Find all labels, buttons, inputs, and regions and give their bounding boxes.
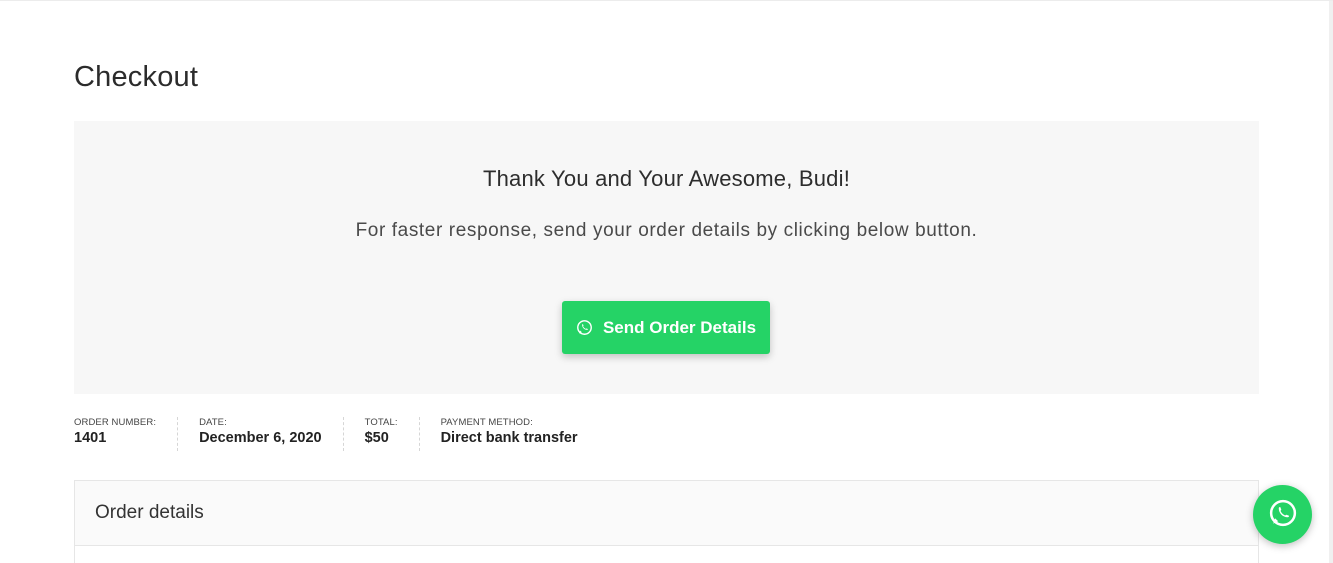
order-total-item: TOTAL: $50 [365, 417, 420, 451]
order-details-table: Order details [74, 480, 1259, 563]
order-total-value: $50 [364, 430, 389, 446]
thankyou-panel: Thank You and Your Awesome, Budi! For fa… [74, 121, 1259, 394]
thankyou-heading: Thank You and Your Awesome, Budi! [482, 166, 851, 191]
send-order-details-button[interactable]: Send Order Details [562, 301, 770, 354]
whatsapp-icon [1268, 498, 1298, 531]
send-order-details-label: Send Order Details [602, 317, 757, 337]
order-number-value: 1401 [74, 430, 107, 446]
whatsapp-icon [576, 319, 593, 336]
payment-method-item: PAYMENT METHOD: Direct bank transfer [441, 417, 599, 451]
payment-method-value: Direct bank transfer [440, 430, 578, 446]
page-title: Checkout [74, 61, 199, 93]
order-total-label: TOTAL: [364, 417, 398, 428]
whatsapp-floating-button[interactable] [1253, 485, 1312, 544]
thankyou-text: For faster response, send your order det… [355, 220, 978, 241]
checkout-page: Checkout Thank You and Your Awesome, Bud… [0, 0, 1333, 563]
order-date-item: DATE: December 6, 2020 [199, 417, 344, 451]
order-details-title: Order details [95, 502, 204, 523]
order-details-header: Order details [75, 481, 1258, 546]
order-number-label: ORDER NUMBER: [74, 417, 157, 428]
order-date-value: December 6, 2020 [199, 430, 322, 446]
order-date-label: DATE: [199, 417, 227, 428]
order-number-item: ORDER NUMBER: 1401 [74, 417, 179, 451]
order-overview: ORDER NUMBER: 1401 DATE: December 6, 202… [74, 417, 599, 451]
payment-method-label: PAYMENT METHOD: [440, 417, 533, 428]
scrollbar[interactable] [1329, 1, 1333, 563]
